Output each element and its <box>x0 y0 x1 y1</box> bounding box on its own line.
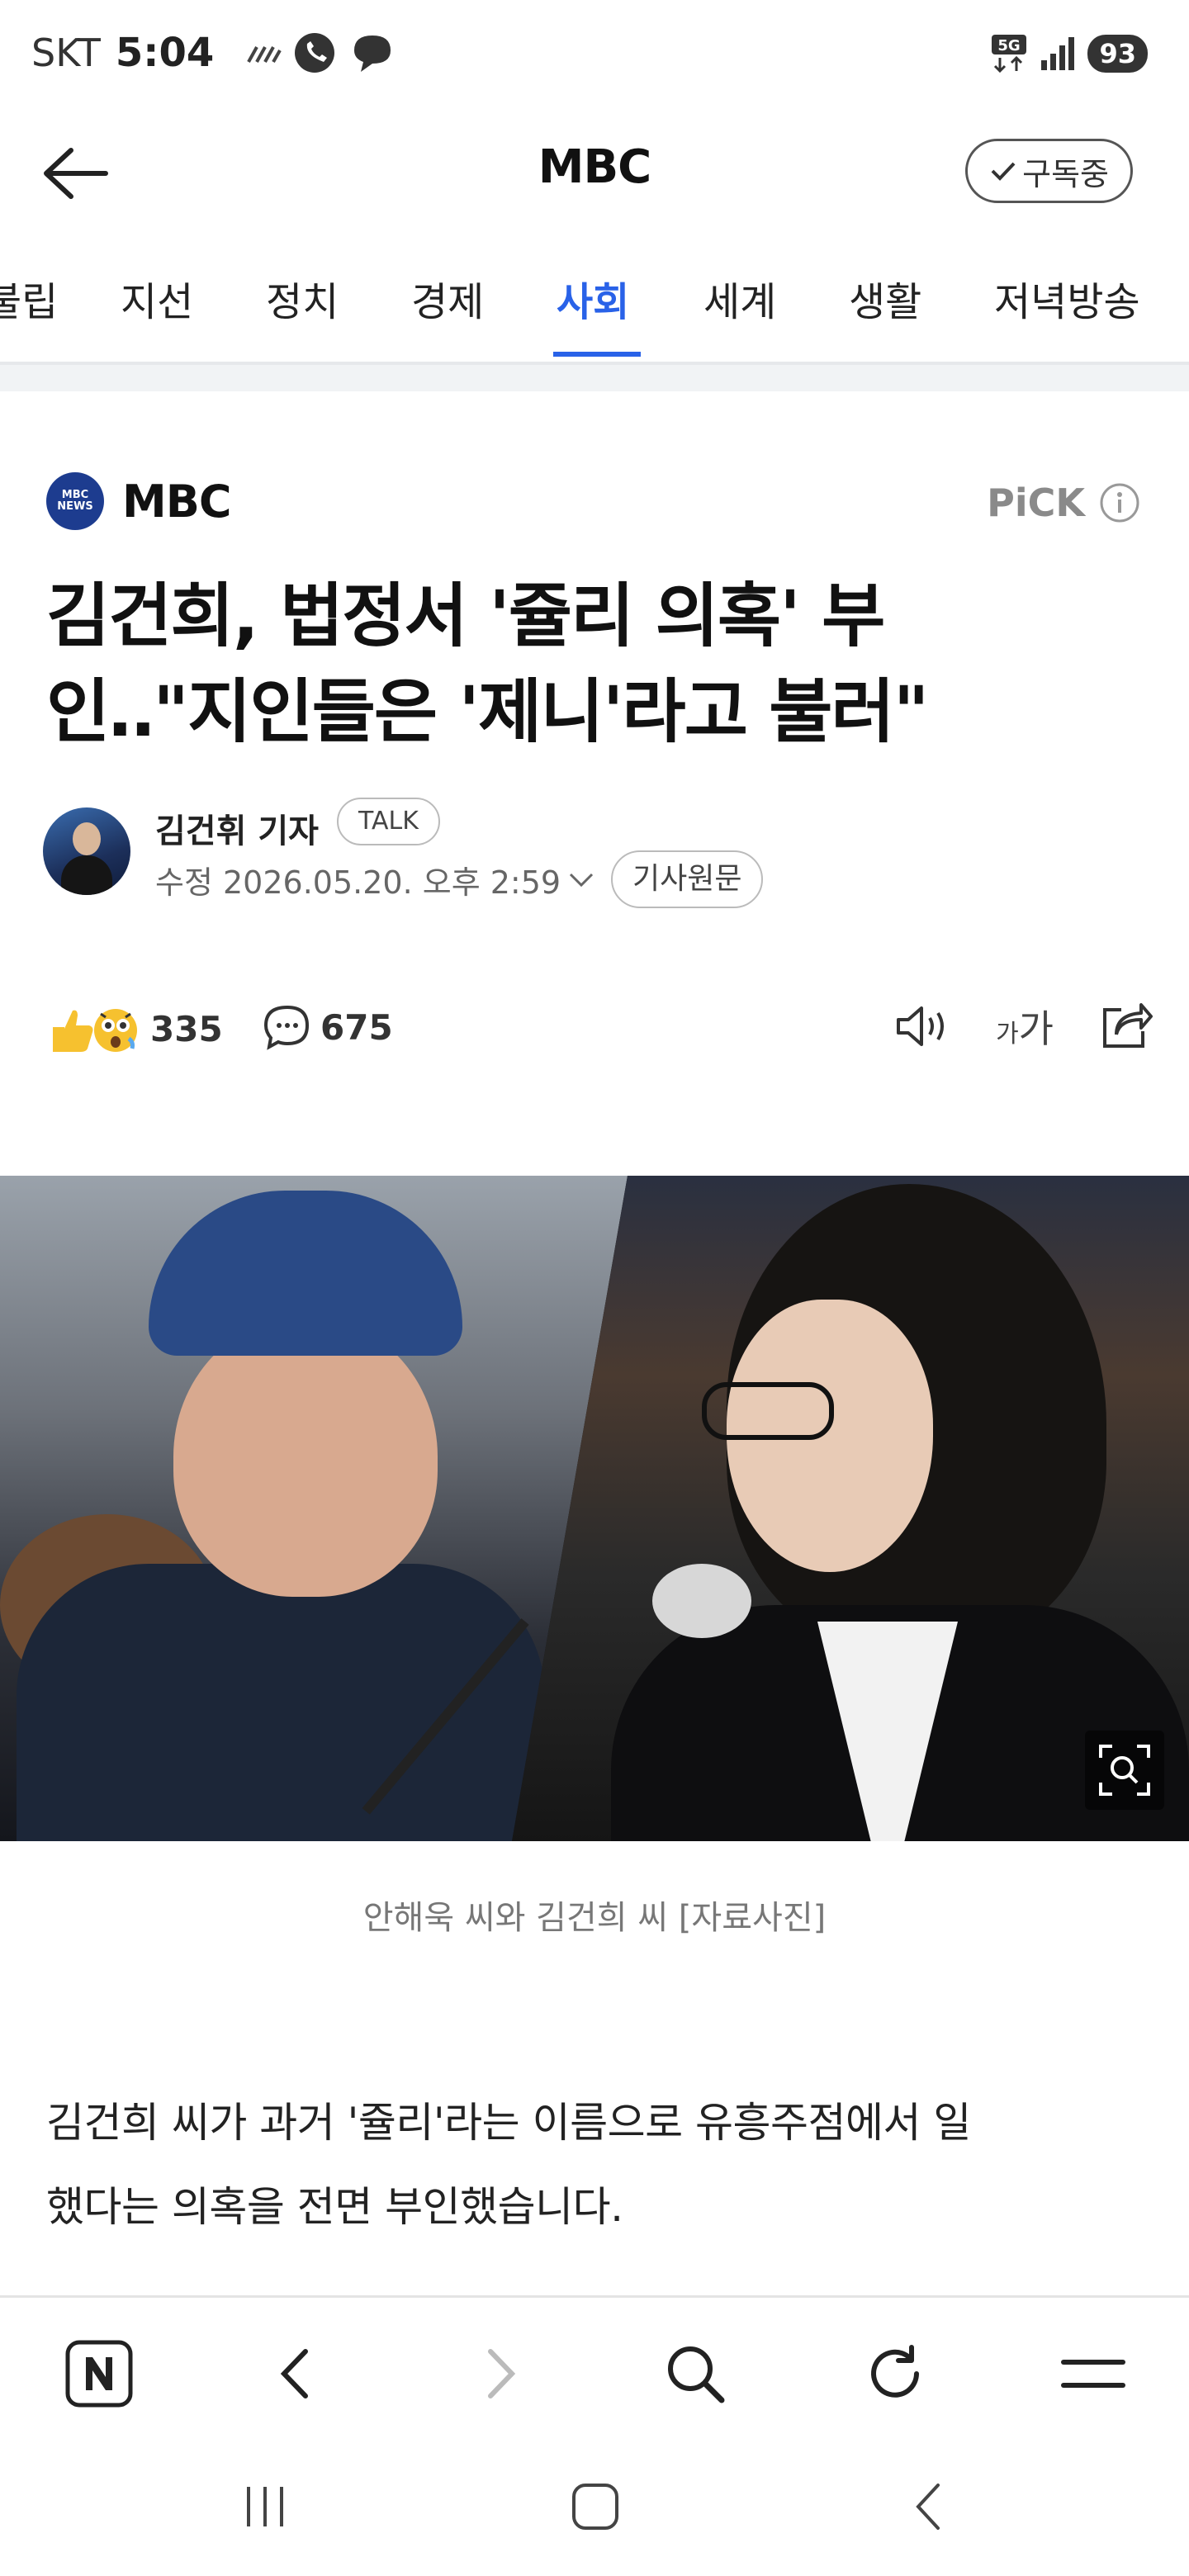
press-row[interactable]: MBC NEWS MBC <box>46 472 232 530</box>
woman-glasses <box>702 1382 834 1440</box>
browser-toolbar <box>0 2295 1189 2441</box>
microphone <box>652 1564 751 1638</box>
carrier-label: SKT <box>31 31 101 75</box>
system-back-icon <box>916 2484 940 2530</box>
naver-n-icon <box>65 2340 133 2408</box>
home-square-icon <box>572 2484 618 2530</box>
recent-apps-button[interactable] <box>228 2474 302 2540</box>
press-name: MBC <box>122 475 232 528</box>
browser-menu-button[interactable] <box>1054 2334 1133 2413</box>
browser-search-button[interactable] <box>656 2334 735 2413</box>
chevron-right-icon <box>488 2349 516 2398</box>
reaction-count: 335 <box>150 1008 223 1049</box>
tab-6[interactable]: 생활 <box>849 269 921 327</box>
section-separator <box>0 365 1189 391</box>
headline-line-1: 김건희, 법정서 '쥴리 의혹' 부 <box>46 575 885 656</box>
refresh-icon <box>871 2345 919 2398</box>
zoom-search-icon <box>1099 1745 1150 1796</box>
image-zoom-button[interactable] <box>1085 1731 1164 1810</box>
tab-1[interactable]: 지선 <box>121 269 193 327</box>
browser-forward-button[interactable] <box>459 2334 538 2413</box>
chevron-left-icon <box>280 2349 308 2398</box>
battery-level: 93 <box>1087 35 1148 73</box>
category-tabs: 불립 지선 정치 경제 사회 세계 생활 저녁방송 <box>0 263 1189 362</box>
clock: 5:04 <box>115 30 215 76</box>
body-line-2: 했다는 의혹을 전면 부인했습니다. <box>46 2183 623 2231</box>
pick-label: PiCK <box>987 481 1085 525</box>
share-icon[interactable] <box>1098 1002 1153 1051</box>
5g-data-icon: 5G <box>992 35 1027 73</box>
reaction-emoji-icon <box>53 1009 137 1052</box>
comment-button[interactable]: 675 <box>263 1002 393 1052</box>
tab-4-active[interactable]: 사회 <box>557 269 629 327</box>
headline-line-2: 인‥"지인들은 '제니'라고 불러" <box>46 671 930 752</box>
svg-text:5G: 5G <box>998 37 1021 54</box>
system-navigation-bar <box>0 2441 1189 2576</box>
browser-back-button[interactable] <box>258 2334 337 2413</box>
article-photo[interactable] <box>0 1176 1189 1841</box>
press-logo: MBC NEWS <box>46 472 104 530</box>
status-bar: SKT 5:04 5G 93 <box>0 0 1189 112</box>
browser-refresh-button[interactable] <box>855 2334 935 2413</box>
photo-caption: 안해욱 씨와 김건희 씨 [자료사진] <box>362 1899 827 1937</box>
subscribe-button[interactable]: 구독중 <box>965 139 1133 203</box>
edit-date-toggle[interactable]: 수정 2026.05.20. 오후 2:59 <box>155 857 595 902</box>
tab-7[interactable]: 저녁방송 <box>994 269 1140 327</box>
font-size-small-glyph: 가 <box>996 1020 1019 1049</box>
reaction-bar: 335 675 가가 <box>46 999 1153 1065</box>
system-back-button[interactable] <box>892 2474 966 2540</box>
font-size-button[interactable]: 가가 <box>996 999 1054 1054</box>
man-face <box>173 1316 438 1597</box>
speaker-icon[interactable] <box>893 1002 951 1051</box>
tab-3[interactable]: 경제 <box>411 269 484 327</box>
signal-bars-icon <box>1041 37 1075 70</box>
byline: 김건휘 기자 TALK 수정 2026.05.20. 오후 2:59 기사원문 <box>43 798 1149 910</box>
call-icon <box>295 33 335 73</box>
comment-icon <box>263 1005 310 1050</box>
app-header: MBC 구독중 <box>0 124 1189 223</box>
talk-button[interactable]: TALK <box>337 798 440 845</box>
chevron-down-icon <box>570 873 594 887</box>
edit-date: 수정 2026.05.20. 오후 2:59 <box>155 864 561 901</box>
tab-2[interactable]: 정치 <box>266 269 339 327</box>
reporter-avatar[interactable] <box>43 807 130 895</box>
recent-apps-icon <box>247 2487 283 2526</box>
search-icon <box>668 2346 725 2403</box>
original-article-button[interactable]: 기사원문 <box>611 850 764 908</box>
subscribe-label: 구독중 <box>1022 155 1109 192</box>
man-cap <box>149 1191 462 1356</box>
naver-home-button[interactable] <box>59 2334 139 2413</box>
body-line-1: 김건희 씨가 과거 '쥴리'라는 이름으로 유흥주점에서 일 <box>46 2099 971 2147</box>
comment-count: 675 <box>320 1006 393 1048</box>
font-size-large-glyph: 가 <box>1018 1006 1054 1051</box>
reaction-button[interactable]: 335 <box>46 1002 223 1055</box>
reporter-name[interactable]: 김건휘 기자 <box>155 804 319 852</box>
man-coat <box>17 1564 545 1841</box>
tab-0[interactable]: 불립 <box>0 269 58 327</box>
article-headline: 김건희, 법정서 '쥴리 의혹' 부 인‥"지인들은 '제니'라고 불러" <box>46 568 1144 760</box>
signal-pattern-icon <box>247 46 282 63</box>
tab-5[interactable]: 세계 <box>703 269 776 327</box>
hamburger-menu-icon <box>1061 2360 1125 2388</box>
article-body: 김건희 씨가 과거 '쥴리'라는 이름으로 유흥주점에서 일 했다는 의혹을 전… <box>46 2081 1144 2249</box>
home-button[interactable] <box>558 2474 632 2540</box>
active-tab-indicator <box>553 352 641 357</box>
info-icon <box>1100 483 1139 523</box>
messenger-icon <box>354 36 391 72</box>
check-icon <box>991 162 1016 181</box>
pick-badge[interactable]: PiCK <box>987 481 1141 525</box>
